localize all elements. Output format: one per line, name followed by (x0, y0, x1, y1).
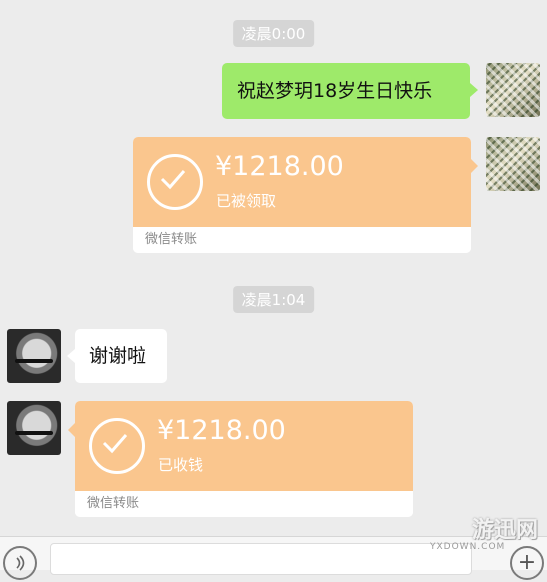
received-message-bubble[interactable]: 谢谢啦 (67, 329, 167, 383)
message-text: 祝赵梦玥18岁生日快乐 (237, 80, 433, 102)
avatar-contact[interactable] (7, 329, 61, 383)
transfer-amount: ¥1218.00 (157, 415, 286, 446)
transfer-status: 已收钱 (158, 456, 204, 474)
avatar-self[interactable] (486, 137, 540, 191)
watermark-logo: 游迅网 (472, 518, 539, 543)
timestamp: 凌晨0:00 (232, 20, 315, 47)
transfer-card-header: ¥1218.00 已收钱 (75, 401, 413, 491)
transfer-amount: ¥1218.00 (215, 151, 344, 182)
message-input[interactable] (50, 543, 472, 575)
avatar-contact[interactable] (7, 401, 61, 455)
avatar-self[interactable] (486, 63, 540, 117)
transfer-footer: 微信转账 (75, 491, 413, 517)
message-text: 谢谢啦 (89, 345, 147, 367)
transfer-status: 已被领取 (216, 192, 277, 210)
check-circle-icon (89, 418, 145, 474)
check-circle-icon (147, 154, 203, 210)
sent-message-bubble[interactable]: 祝赵梦玥18岁生日快乐 (222, 63, 478, 119)
timestamp: 凌晨1:04 (232, 286, 315, 313)
transfer-card-header: ¥1218.00 已被领取 (133, 137, 471, 227)
transfer-footer: 微信转账 (133, 227, 471, 253)
plus-icon[interactable]: + (510, 546, 544, 580)
transfer-card-sent[interactable]: ¥1218.00 已被领取 微信转账 (133, 137, 478, 253)
watermark-url: YXDOWN.COM (430, 542, 506, 552)
voice-icon[interactable] (3, 546, 37, 580)
transfer-card-received[interactable]: ¥1218.00 已收钱 微信转账 (68, 401, 413, 517)
